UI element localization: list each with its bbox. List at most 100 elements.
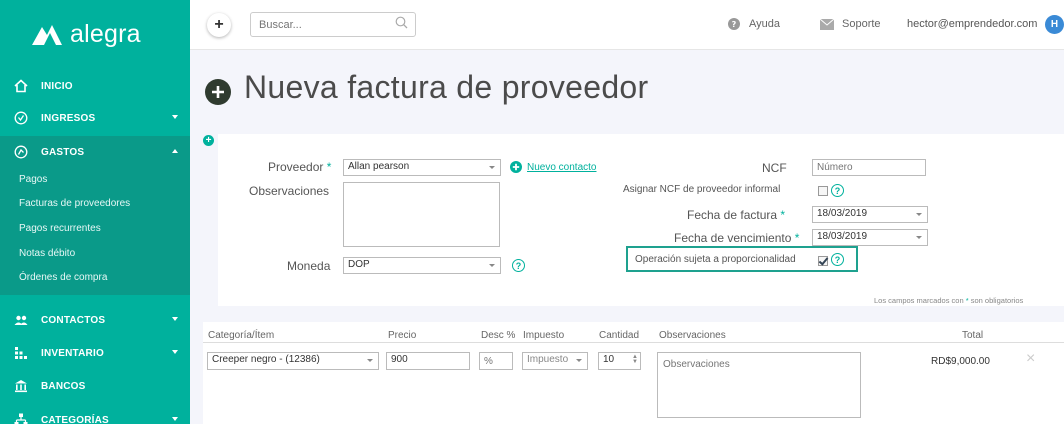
quick-add-button[interactable]: + [207, 13, 231, 37]
logo-text: alegra [70, 19, 141, 48]
item-tax-select[interactable]: Impuesto [522, 352, 588, 370]
chevron-down-icon [172, 115, 178, 119]
item-price-input[interactable]: 900 [386, 352, 470, 370]
submenu-item-ordenes-compra[interactable]: Órdenes de compra [19, 272, 107, 283]
sidebar-item-label: CONTACTOS [41, 314, 106, 326]
sidebar-item-label: INICIO [41, 80, 73, 92]
required-mark: * [965, 296, 969, 305]
expenses-icon [14, 145, 28, 159]
item-observaciones-textarea[interactable] [657, 352, 861, 418]
sidebar-item-inventario[interactable]: INVENTARIO [0, 337, 190, 369]
search-icon[interactable] [395, 16, 408, 32]
column-header-precio: Precio [388, 330, 417, 341]
app-logo[interactable]: alegra [0, 0, 190, 68]
fecha-vencimiento-select[interactable]: 18/03/2019 [812, 229, 928, 246]
chevron-down-icon [172, 417, 178, 421]
item-category-select[interactable]: Creeper negro - (12386) [207, 352, 379, 370]
add-circle-icon [205, 79, 231, 105]
proporcionalidad-checkbox[interactable] [818, 256, 828, 266]
required-mark: * [780, 208, 786, 222]
fecha-vencimiento-label-text: Fecha de vencimiento [674, 231, 792, 245]
sidebar-item-inicio[interactable]: INICIO [0, 70, 190, 102]
item-total: RD$9,000.00 [931, 356, 990, 367]
submenu-item-facturas-proveedores[interactable]: Facturas de proveedores [19, 198, 130, 209]
header-divider [203, 342, 1064, 343]
moneda-value: DOP [348, 259, 370, 270]
support-label: Soporte [842, 18, 881, 30]
column-header-observaciones: Observaciones [659, 330, 726, 341]
fecha-factura-select[interactable]: 18/03/2019 [812, 206, 928, 223]
sidebar-item-label: BANCOS [41, 380, 86, 392]
sidebar-item-bancos[interactable]: BANCOS [0, 370, 190, 402]
sidebar-item-categorias[interactable]: CATEGORÍAS [0, 404, 190, 424]
informal-ncf-checkbox[interactable] [818, 186, 828, 196]
item-discount-input[interactable] [479, 352, 513, 370]
chevron-down-icon [172, 350, 178, 354]
avatar[interactable]: H [1045, 15, 1064, 34]
chevron-down-icon [489, 166, 495, 169]
required-note-pre: Los campos marcados con [874, 296, 964, 305]
moneda-label: Moneda [287, 259, 331, 273]
observaciones-textarea[interactable] [343, 182, 500, 247]
fecha-factura-label: Fecha de factura * [687, 208, 785, 222]
ncf-input[interactable] [812, 159, 926, 176]
chevron-down-icon [489, 264, 495, 267]
submenu-item-pagos-recurrentes[interactable]: Pagos recurrentes [19, 223, 101, 234]
item-quantity-stepper[interactable]: 10 ▲ ▼ [598, 352, 641, 370]
submenu-item-notas-debito[interactable]: Notas débito [19, 248, 75, 259]
new-contact-link[interactable]: Nuevo contacto [510, 161, 597, 173]
stepper-arrows-icon[interactable]: ▲ ▼ [632, 354, 638, 365]
gastos-submenu: Pagos Facturas de proveedores Pagos recu… [0, 168, 190, 295]
sidebar: alegra INICIO INGRESOS GASTOS Pagos Fact… [0, 0, 190, 424]
column-header-total: Total [962, 330, 984, 341]
proporcionalidad-label: Operación sujeta a proporcionalidad [635, 254, 796, 265]
sidebar-item-label: GASTOS [41, 146, 85, 158]
help-icon: ? [728, 18, 740, 30]
submenu-item-pagos[interactable]: Pagos [19, 174, 47, 185]
sidebar-item-ingresos[interactable]: INGRESOS [0, 102, 190, 134]
chevron-down-icon [916, 236, 922, 239]
proveedor-label: Proveedor * [268, 160, 331, 174]
svg-text:?: ? [732, 20, 737, 29]
item-tax-value: Impuesto [527, 354, 569, 365]
ncf-label: NCF [762, 161, 787, 175]
item-quantity-value: 10 [603, 354, 615, 365]
bank-icon [14, 379, 28, 393]
chevron-down-icon [576, 359, 582, 362]
help-link[interactable]: ? Ayuda [728, 18, 780, 30]
informal-ncf-label: Asignar NCF de proveedor informal [623, 184, 781, 195]
item-category-value: Creeper negro - (12386) [212, 354, 320, 365]
income-icon [14, 111, 28, 125]
chevron-down-icon [367, 359, 373, 362]
sidebar-item-label: CATEGORÍAS [41, 414, 109, 424]
proporcionalidad-help-icon[interactable]: ? [831, 253, 844, 266]
user-email[interactable]: hector@emprendedor.com [907, 18, 1037, 30]
contacts-icon [14, 313, 28, 327]
observaciones-label: Observaciones [249, 184, 330, 198]
fecha-factura-label-text: Fecha de factura [687, 208, 778, 222]
informal-ncf-help-icon[interactable]: ? [831, 184, 844, 197]
chevron-down-icon [172, 317, 178, 321]
column-header-impuesto: Impuesto [523, 330, 565, 341]
moneda-help-icon[interactable]: ? [512, 259, 525, 272]
column-header-desc: Desc % [481, 330, 516, 341]
required-mark: * [794, 231, 800, 245]
sidebar-item-contactos[interactable]: CONTACTOS [0, 304, 190, 336]
fecha-vencimiento-label: Fecha de vencimiento * [674, 231, 799, 245]
page-title: Nueva factura de proveedor [244, 69, 649, 105]
mail-icon [820, 18, 834, 30]
expand-icon[interactable]: + [203, 135, 214, 146]
fecha-factura-value: 18/03/2019 [817, 208, 868, 219]
proveedor-select[interactable]: Allan pearson [343, 159, 501, 176]
moneda-select[interactable]: DOP [343, 257, 501, 274]
new-contact-label: Nuevo contacto [527, 161, 597, 173]
help-label: Ayuda [749, 18, 780, 30]
categories-icon [14, 413, 28, 424]
support-link[interactable]: Soporte [820, 18, 881, 30]
search-input[interactable] [250, 12, 416, 37]
chevron-down-icon [916, 213, 922, 216]
sidebar-item-gastos[interactable]: GASTOS [0, 136, 190, 168]
inventory-icon [14, 346, 28, 360]
remove-row-icon[interactable]: × [1026, 350, 1035, 368]
required-fields-note: Los campos marcados con * son obligatori… [874, 296, 1023, 305]
